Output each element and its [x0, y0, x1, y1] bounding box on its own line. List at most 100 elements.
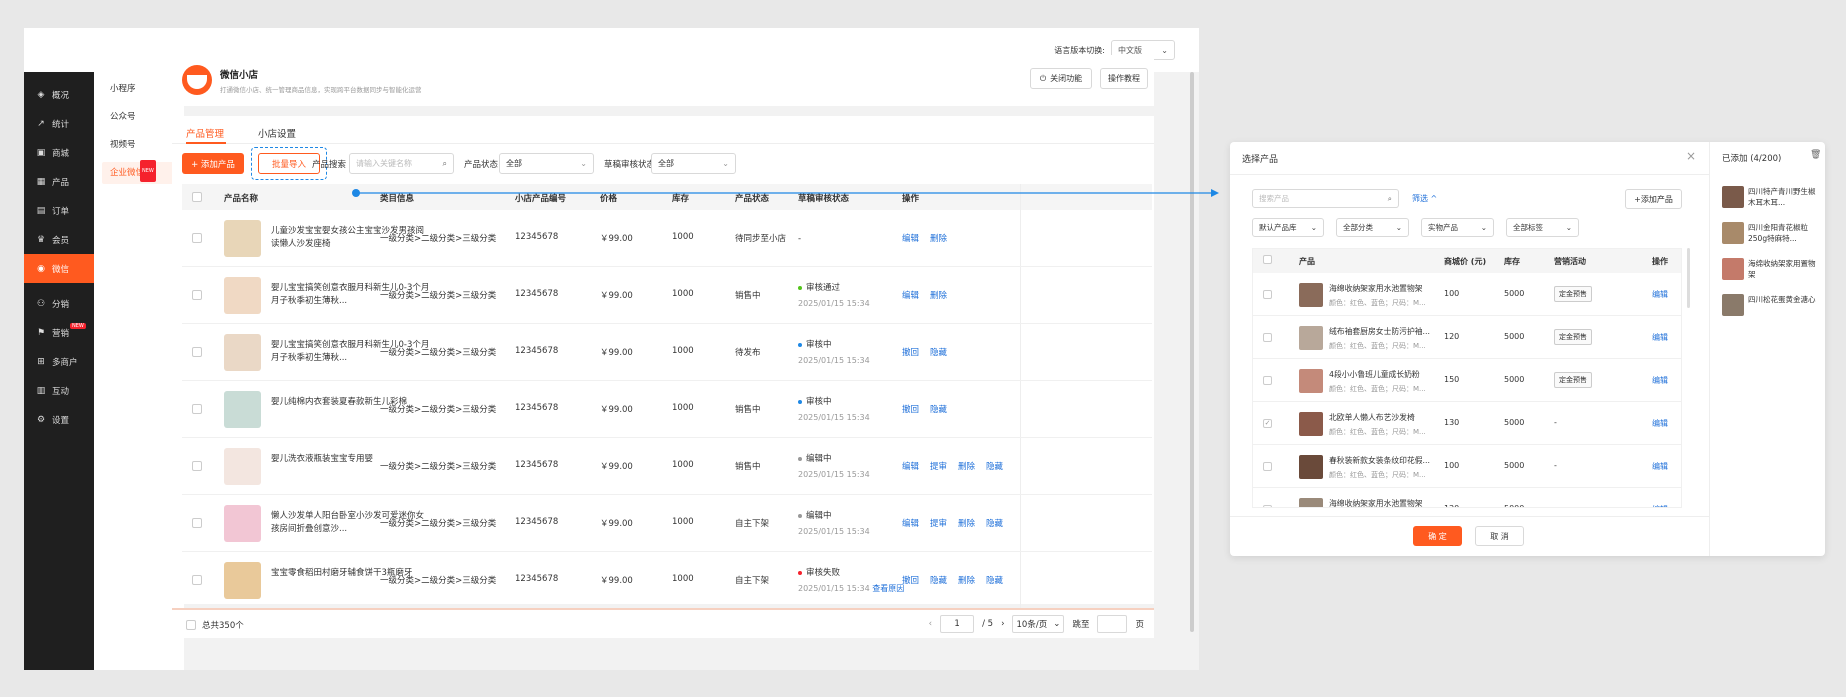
select-all-checkbox[interactable]: [192, 192, 202, 202]
action-link[interactable]: 撤回: [902, 574, 919, 586]
row-checkbox[interactable]: [192, 404, 202, 414]
sidebar-item[interactable]: ⊞ 多商户: [24, 347, 94, 376]
audit-status: 审核中 2025/01/15 15:34: [798, 338, 870, 368]
subnav-item-miniprogram[interactable]: 小程序: [102, 78, 176, 100]
tag-select[interactable]: 全部标签 ⌄: [1506, 218, 1579, 237]
action-link[interactable]: 删除: [958, 460, 975, 472]
sidebar-item-label: 统计: [52, 119, 70, 130]
prev-page-icon[interactable]: ‹: [929, 619, 932, 629]
sidebar-item[interactable]: ▤ 订单: [24, 196, 94, 225]
gear-icon: ⚙: [36, 414, 46, 425]
modal-edit-link[interactable]: 编辑: [1652, 504, 1668, 507]
subnav-item-wecom[interactable]: 企业微信 NEW: [102, 160, 176, 184]
row-checkbox[interactable]: [192, 461, 202, 471]
sidebar-item-label: 微信: [52, 264, 70, 275]
audit-select[interactable]: 全部 ⌄: [651, 153, 736, 174]
modal-scrollbar[interactable]: [1687, 248, 1690, 308]
next-page-icon[interactable]: ›: [1001, 619, 1004, 629]
filter-toggle-link[interactable]: 筛选 ^: [1412, 193, 1437, 204]
modal-row-checkbox[interactable]: ✓: [1263, 419, 1272, 428]
sidebar-item[interactable]: ⚙ 设置: [24, 405, 94, 434]
close-feature-button[interactable]: ⏻ 关闭功能: [1030, 68, 1092, 89]
row-checkbox[interactable]: [192, 290, 202, 300]
modal-edit-link[interactable]: 编辑: [1652, 289, 1668, 300]
sidebar-item[interactable]: ◈ 概况: [24, 80, 94, 109]
row-actions: 编辑 删除: [902, 289, 947, 301]
page-input[interactable]: 1: [940, 615, 975, 633]
modal-product-attrs: 颜色：红色、蓝色；尺码：M...: [1329, 471, 1426, 479]
modal-add-product-button[interactable]: +添加产品: [1625, 189, 1682, 209]
row-checkbox[interactable]: [192, 575, 202, 585]
action-link[interactable]: 隐藏: [930, 574, 947, 586]
sidebar-item[interactable]: ⚇ 分销: [24, 289, 94, 318]
library-select[interactable]: 默认产品库 ⌄: [1252, 218, 1324, 237]
modal-edit-link[interactable]: 编辑: [1652, 375, 1668, 386]
action-link[interactable]: 删除: [958, 517, 975, 529]
action-link[interactable]: 隐藏: [930, 346, 947, 358]
tab-shop-settings[interactable]: 小店设置: [258, 126, 296, 140]
sidebar-item[interactable]: ▣ 商城: [24, 138, 94, 167]
row-checkbox[interactable]: [192, 518, 202, 528]
page-size-select[interactable]: 10条/页 ⌄: [1012, 615, 1065, 633]
shop-code: 12345678: [515, 232, 559, 242]
modal-row-checkbox[interactable]: [1263, 462, 1272, 471]
action-link[interactable]: 隐藏: [986, 460, 1003, 472]
action-link[interactable]: 编辑: [902, 232, 919, 244]
page-scrollbar[interactable]: [1190, 72, 1194, 632]
modal-edit-link[interactable]: 编辑: [1652, 461, 1668, 472]
stock: 1000: [672, 289, 694, 299]
action-link[interactable]: 撤回: [902, 403, 919, 415]
modal-edit-link[interactable]: 编辑: [1652, 332, 1668, 343]
sidebar-item[interactable]: ⚑ 营销 NEW: [24, 318, 94, 347]
category-select[interactable]: 全部分类 ⌄: [1336, 218, 1409, 237]
sidebar-item[interactable]: ◉ 微信: [24, 254, 94, 283]
modal-row-checkbox[interactable]: [1263, 290, 1272, 299]
audit-text: 编辑中: [806, 454, 832, 464]
cancel-button[interactable]: 取 消: [1475, 526, 1524, 546]
action-link[interactable]: 隐藏: [986, 517, 1003, 529]
modal-row-checkbox[interactable]: [1263, 376, 1272, 385]
modal-row-checkbox[interactable]: [1263, 333, 1272, 342]
subnav-item-official-account[interactable]: 公众号: [102, 106, 176, 128]
action-link[interactable]: 编辑: [902, 517, 919, 529]
sidebar-item[interactable]: ↗ 统计: [24, 109, 94, 138]
modal-select-all-checkbox[interactable]: [1263, 255, 1272, 264]
select-all-footer-checkbox[interactable]: [186, 620, 196, 630]
close-icon[interactable]: ×: [1686, 149, 1696, 163]
modal-edit-link[interactable]: 编辑: [1652, 418, 1668, 429]
sidebar-item[interactable]: ♛ 会员: [24, 225, 94, 254]
view-reason-link[interactable]: 查看原因: [872, 584, 904, 593]
confirm-button[interactable]: 确 定: [1413, 526, 1462, 546]
tab-product-management[interactable]: 产品管理: [186, 126, 224, 140]
action-link[interactable]: 删除: [930, 232, 947, 244]
action-link[interactable]: 提审: [930, 517, 947, 529]
action-link[interactable]: 删除: [930, 289, 947, 301]
action-link[interactable]: 隐藏: [986, 574, 1003, 586]
sidebar-item[interactable]: ▥ 互动: [24, 376, 94, 405]
trash-icon[interactable]: 🗑: [1810, 150, 1821, 160]
action-link[interactable]: 隐藏: [930, 403, 947, 415]
status-select[interactable]: 全部 ⌄: [499, 153, 594, 174]
jump-input[interactable]: [1097, 615, 1128, 633]
select-product-modal: 选择产品 × 搜索产品 ⌕ 筛选 ^ +添加产品 默认产品库 ⌄ 全部分类 ⌄ 实物产…: [1230, 142, 1825, 556]
action-link[interactable]: 编辑: [902, 460, 919, 472]
batch-import-button[interactable]: 批量导入: [258, 153, 320, 174]
sidebar-item[interactable]: ▦ 产品: [24, 167, 94, 196]
modal-product-name: 海绵收纳架家用水池置物架: [1329, 499, 1423, 508]
add-product-button[interactable]: + 添加产品: [182, 153, 244, 174]
row-checkbox[interactable]: [192, 347, 202, 357]
action-link[interactable]: 删除: [958, 574, 975, 586]
tutorial-button[interactable]: 操作教程: [1100, 68, 1148, 89]
action-link[interactable]: 提审: [930, 460, 947, 472]
modal-col-stock: 库存: [1504, 257, 1520, 266]
column-divider: [1020, 381, 1021, 437]
product-type-select[interactable]: 实物产品 ⌄: [1421, 218, 1494, 237]
subnav-item-channels[interactable]: 视频号: [102, 134, 176, 156]
action-link[interactable]: 编辑: [902, 289, 919, 301]
row-checkbox[interactable]: [192, 233, 202, 243]
feature-title: 微信小店: [220, 70, 259, 81]
modal-search-input[interactable]: 搜索产品 ⌕: [1252, 189, 1399, 208]
product-search-input[interactable]: 请输入关键名称 ⌕: [349, 153, 454, 174]
modal-row-checkbox[interactable]: [1263, 505, 1272, 507]
action-link[interactable]: 撤回: [902, 346, 919, 358]
